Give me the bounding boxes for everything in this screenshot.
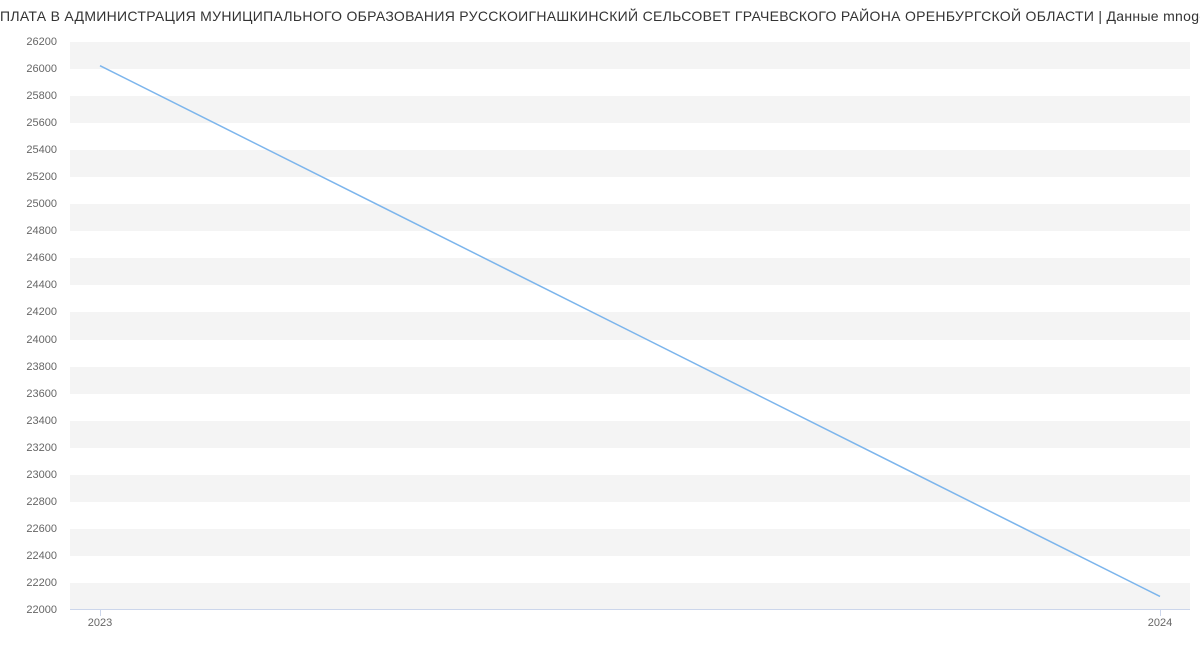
y-tick-label: 22800 (26, 496, 57, 508)
x-tick-label: 2024 (1148, 617, 1172, 629)
y-tick-label: 26000 (26, 63, 57, 75)
x-tick (100, 610, 101, 616)
x-tick (1160, 610, 1161, 616)
y-tick-label: 25200 (26, 171, 57, 183)
y-tick-label: 23600 (26, 388, 57, 400)
y-tick-label: 24000 (26, 334, 57, 346)
y-tick-label: 22200 (26, 577, 57, 589)
y-tick-label: 23200 (26, 442, 57, 454)
y-tick-label: 25800 (26, 90, 57, 102)
y-tick-label: 23000 (26, 469, 57, 481)
y-tick-label: 24600 (26, 252, 57, 264)
y-axis-labels: 2200022200224002260022800230002320023400… (0, 42, 65, 610)
chart-title: ПЛАТА В АДМИНИСТРАЦИЯ МУНИЦИПАЛЬНОГО ОБР… (0, 8, 1200, 24)
y-tick-label: 25400 (26, 144, 57, 156)
y-tick-label: 22600 (26, 523, 57, 535)
x-tick-label: 2023 (88, 617, 112, 629)
y-tick-label: 23400 (26, 415, 57, 427)
y-tick-label: 25600 (26, 117, 57, 129)
data-line (100, 66, 1160, 597)
y-tick-label: 25000 (26, 198, 57, 210)
y-tick-label: 24800 (26, 225, 57, 237)
y-tick-label: 22400 (26, 550, 57, 562)
plot-area (70, 42, 1190, 610)
chart-container: ПЛАТА В АДМИНИСТРАЦИЯ МУНИЦИПАЛЬНОГО ОБР… (0, 0, 1200, 650)
y-tick-label: 24400 (26, 279, 57, 291)
y-tick-label: 23800 (26, 361, 57, 373)
y-tick-label: 26200 (26, 36, 57, 48)
y-tick-label: 22000 (26, 604, 57, 616)
x-axis-line (70, 609, 1190, 610)
line-chart-svg (70, 42, 1190, 610)
y-tick-label: 24200 (26, 306, 57, 318)
x-axis-labels: 2023 2024 (70, 617, 1190, 632)
